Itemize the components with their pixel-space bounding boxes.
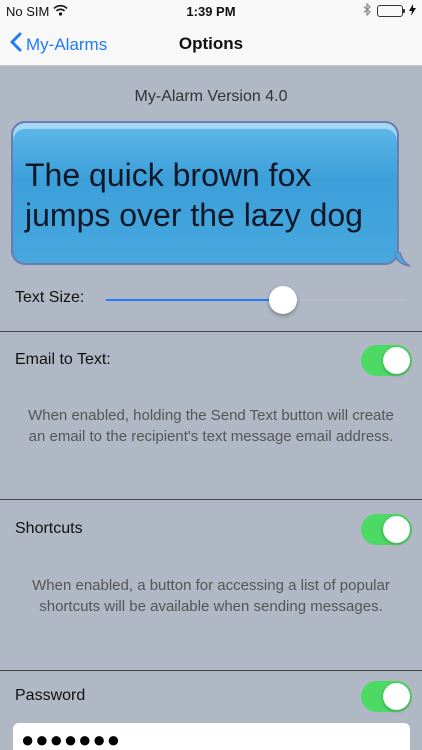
divider [0, 670, 422, 671]
slider-track-empty [283, 299, 406, 301]
version-label: My-Alarm Version 4.0 [134, 88, 288, 105]
text-size-label: Text Size: [15, 289, 85, 306]
status-right [363, 2, 416, 19]
password-toggle[interactable] [361, 681, 412, 712]
divider [0, 499, 422, 500]
email-to-text-toggle[interactable] [361, 345, 412, 376]
password-label: Password [15, 687, 86, 704]
status-time: 1:39 PM [186, 4, 236, 19]
email-to-text-label: Email to Text: [15, 351, 111, 368]
password-field[interactable]: ●●●●●●● [13, 723, 410, 750]
navigation-bar: My-Alarms Options [0, 24, 422, 66]
charging-icon [409, 3, 416, 19]
shortcuts-toggle[interactable] [361, 514, 412, 545]
text-size-slider[interactable] [106, 286, 406, 314]
slider-track-filled [106, 299, 284, 301]
page-title: Options [178, 34, 244, 53]
bluetooth-icon [363, 2, 371, 19]
bubble-tail-icon [394, 252, 411, 267]
email-to-text-description: When enabled, holding the Send Text butt… [28, 407, 394, 445]
preview-text: The quick brown fox jumps over the lazy … [25, 155, 389, 235]
text-preview-bubble: The quick brown fox jumps over the lazy … [11, 121, 399, 265]
preview-line-2: jumps over the lazy dog [25, 197, 363, 233]
divider [0, 331, 422, 332]
slider-thumb[interactable] [269, 286, 298, 314]
shortcuts-description: When enabled, a button for accessing a l… [32, 577, 390, 615]
battery-icon [377, 5, 405, 17]
preview-line-1: The quick brown fox [25, 157, 312, 193]
shortcuts-label: Shortcuts [15, 520, 83, 537]
status-bar: No SIM 1:39 PM [0, 0, 422, 24]
